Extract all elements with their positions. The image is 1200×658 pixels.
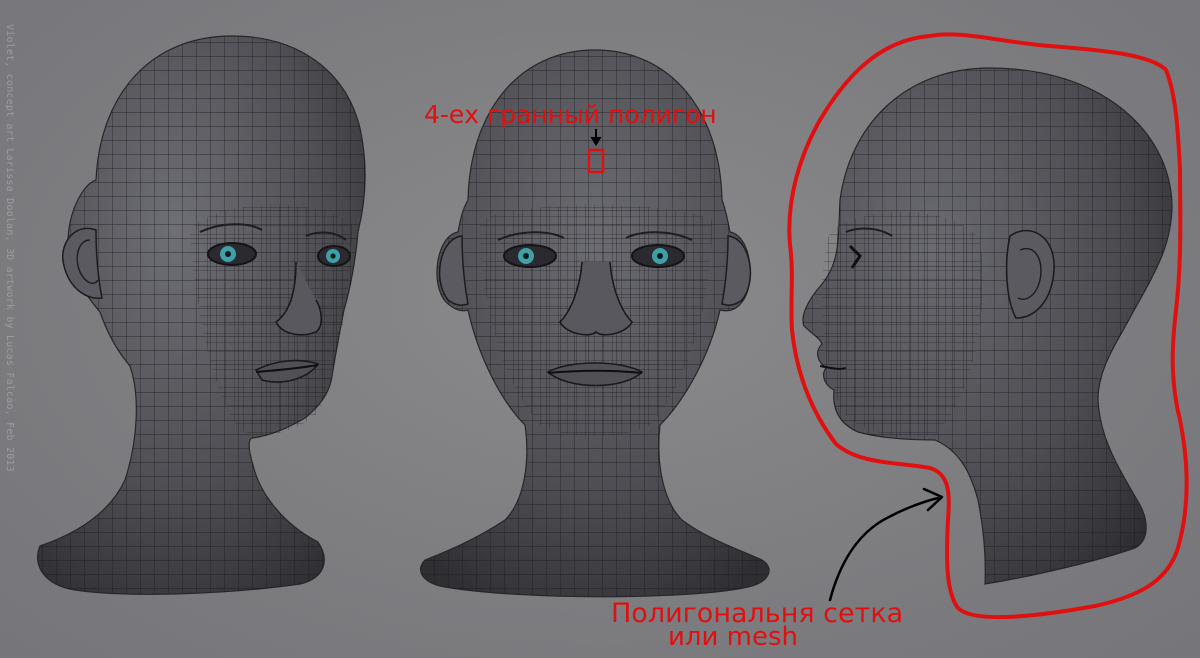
heads-illustration — [37, 32, 1189, 620]
ear-three-quarter — [62, 227, 103, 299]
head-profile — [802, 67, 1173, 585]
mesh-label-line2: или mesh — [668, 622, 799, 652]
mesh-arrow-icon — [828, 487, 944, 602]
head-three-quarter — [37, 35, 366, 595]
head-front — [420, 49, 770, 598]
quad-polygon-label: 4-ех гранный полигон — [424, 100, 717, 129]
render-canvas: Violet, concept art Larissa Doolan, 3D a… — [0, 0, 1200, 658]
